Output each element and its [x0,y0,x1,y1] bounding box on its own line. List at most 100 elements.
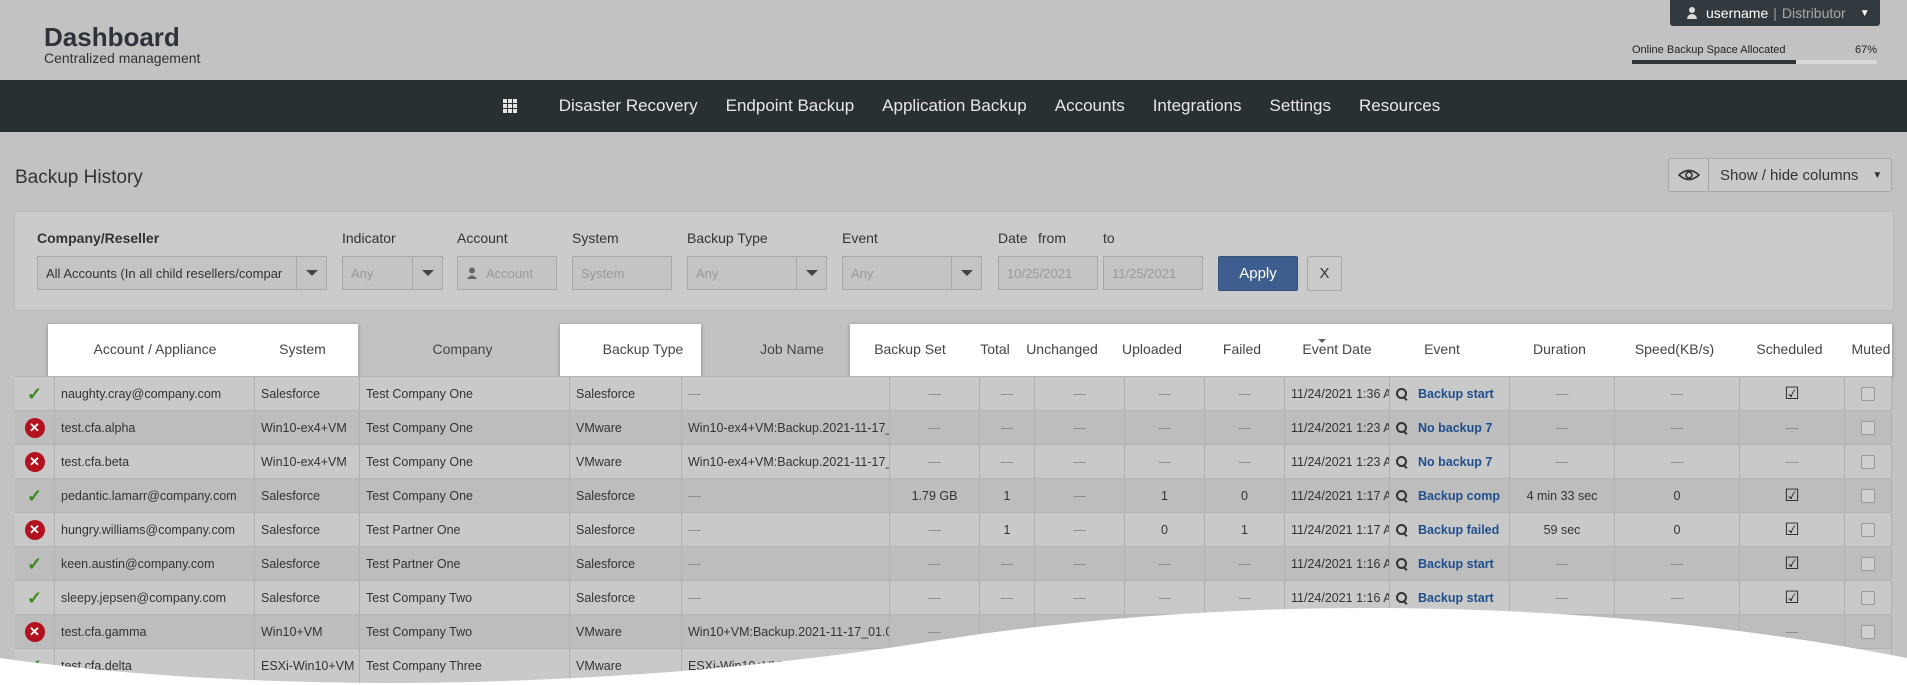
nav-disaster-recovery[interactable]: Disaster Recovery [559,96,698,116]
company-cell-text: Test Company One [366,455,473,469]
backup-type-cell: Salesforce [570,479,682,513]
apps-grid-icon[interactable] [502,99,517,113]
backup-type-cell: VMware [570,411,682,445]
column-header-system[interactable]: System [255,324,350,374]
date-filter-label: Date [998,230,1028,246]
nav-integrations[interactable]: Integrations [1153,96,1242,116]
column-header-scheduled[interactable]: Scheduled [1737,324,1842,374]
system-input[interactable]: System [572,256,672,290]
event-date-cell: 11/24/2021 1:36 A [1285,377,1390,411]
table-row[interactable]: ✓ pedantic.lamarr@company.com Salesforce Te… [15,478,1892,513]
table-row[interactable]: ✓ naughty.cray@company.com Salesforce Test … [15,376,1892,411]
speed-cell-text: — [1670,455,1684,469]
nav-settings[interactable]: Settings [1270,96,1331,116]
backup-type-cell: Salesforce [570,513,682,547]
event-date-cell-text: 11/24/2021 1:23 A [1291,421,1390,435]
uploaded-cell: — [1125,377,1205,411]
company-cell: Test Company One [360,377,570,411]
backup-type-cell-text: Salesforce [576,523,636,537]
date-from-input[interactable]: 10/25/2021 [998,256,1098,290]
nav-accounts[interactable]: Accounts [1055,96,1125,116]
muted-checkbox[interactable] [1861,489,1875,503]
event-date-cell: 11/24/2021 1:17 A [1285,479,1390,513]
user-menu-button[interactable]: username | Distributor ▼ [1670,0,1880,26]
company-filter-label: Company/Reseller [37,230,160,246]
event-link[interactable]: Backup start [1418,387,1494,401]
system-filter-label: System [572,230,619,246]
date-from-label: from [1038,230,1066,246]
muted-checkbox[interactable] [1861,523,1875,537]
column-header-company[interactable]: Company [360,324,565,374]
show-hide-columns-button[interactable]: Show / hide columns ▼ [1668,158,1892,192]
event-link[interactable]: No backup 7 [1418,421,1492,435]
system-cell-text: Win10-ex4+VM [261,421,347,435]
account-cell: hungry.williams@company.com [55,513,255,547]
muted-checkbox[interactable] [1861,387,1875,401]
total-cell: — [980,377,1035,411]
event-date-cell-text: 11/24/2021 1:17 A [1291,523,1390,537]
date-to-input[interactable]: 11/25/2021 [1103,256,1203,290]
nav-endpoint-backup[interactable]: Endpoint Backup [726,96,855,116]
company-cell: Test Company One [360,445,570,479]
column-header-event[interactable]: Event [1392,324,1492,374]
success-check-icon: ✓ [26,485,43,506]
column-header-muted[interactable]: Muted [1842,324,1900,374]
date-to-value: 11/25/2021 [1112,265,1177,281]
speed-cell-text: 0 [1673,489,1681,503]
indicator-select[interactable]: Any [342,256,443,290]
column-header-duration[interactable]: Duration [1507,324,1612,374]
event-link[interactable]: Backup comp [1418,489,1500,503]
status-cell: ✓ [15,479,55,513]
muted-checkbox[interactable] [1861,421,1875,435]
company-cell: Test Company One [360,479,570,513]
backup-set-cell: — [890,377,980,411]
status-cell: ✓ [15,547,55,581]
total-cell: — [980,547,1035,581]
muted-checkbox[interactable] [1861,557,1875,571]
magnifier-icon[interactable] [1396,524,1408,536]
column-header-backup-set[interactable]: Backup Set [855,324,965,374]
table-row[interactable]: ✓ keen.austin@company.com Salesforce Test P… [15,546,1892,581]
magnifier-icon[interactable] [1396,388,1408,400]
event-select[interactable]: Any [842,256,982,290]
failed-cell: — [1205,377,1285,411]
muted-checkbox[interactable] [1861,455,1875,469]
scheduled-check-icon: ☑ [1784,520,1800,539]
column-header-unchanged[interactable]: Unchanged [1017,324,1107,374]
table-row[interactable]: ✕ test.cfa.alpha Win10-ex4+VM Test Company … [15,410,1892,445]
total-cell: — [980,445,1035,479]
event-date-cell-text: 11/24/2021 1:36 A [1291,387,1390,401]
table-row[interactable]: ✕ test.cfa.beta Win10-ex4+VM Test Company O… [15,444,1892,479]
table-row[interactable]: ✕ hungry.williams@company.com Salesforce Te… [15,512,1892,547]
unchanged-cell: — [1035,377,1125,411]
event-link[interactable]: Backup failed [1418,523,1499,537]
magnifier-icon[interactable] [1396,456,1408,468]
duration-cell: 59 sec [1510,513,1615,547]
magnifier-icon[interactable] [1396,558,1408,570]
job-name-cell: Win10-ex4+VM:Backup.2021-11-17_( [682,411,890,445]
apply-button[interactable]: Apply [1218,256,1298,291]
column-header-failed[interactable]: Failed [1202,324,1282,374]
company-select[interactable]: All Accounts (In all child resellers/com… [37,256,327,290]
scheduled-check-icon: ☑ [1784,554,1800,573]
column-header-event-date[interactable]: Event Date [1282,324,1392,374]
nav-resources[interactable]: Resources [1359,96,1440,116]
clear-filters-button[interactable]: X [1307,256,1342,291]
backup-type-select[interactable]: Any [687,256,827,290]
column-header-account[interactable]: Account / Appliance [55,324,255,374]
nav-application-backup[interactable]: Application Backup [882,96,1027,116]
app-subtitle: Centralized management [44,50,201,66]
indicator-filter-label: Indicator [342,230,396,246]
column-header-speed[interactable]: Speed(KB/s) [1612,324,1737,374]
column-header-uploaded[interactable]: Uploaded [1107,324,1197,374]
magnifier-icon[interactable] [1396,490,1408,502]
account-input[interactable]: Account [457,256,557,290]
event-link[interactable]: No backup 7 [1418,455,1492,469]
caret-down-icon: ▼ [1872,169,1883,181]
error-x-icon: ✕ [24,520,45,540]
magnifier-icon[interactable] [1396,422,1408,434]
sort-desc-icon[interactable] [1318,339,1326,343]
muted-cell [1845,377,1892,411]
total-cell: 1 [980,513,1035,547]
event-link[interactable]: Backup start [1418,557,1494,571]
